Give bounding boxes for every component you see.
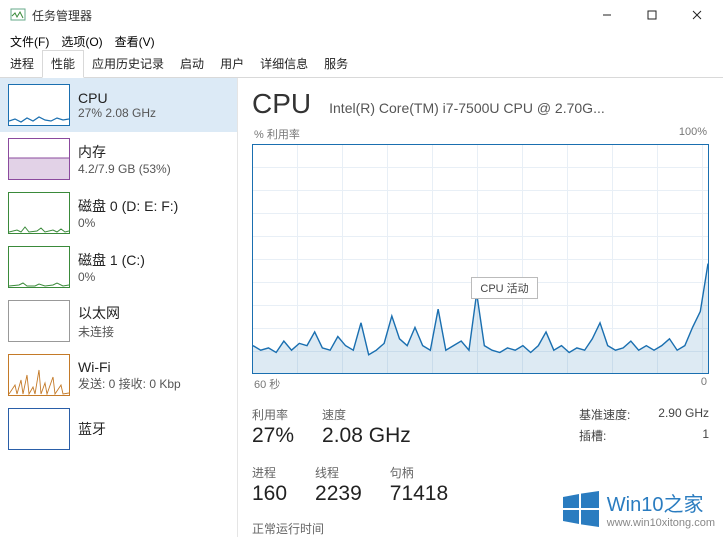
main-title: CPU xyxy=(252,88,311,120)
tab-startup[interactable]: 启动 xyxy=(172,51,212,77)
speed-label: 速度 xyxy=(322,406,411,423)
close-button[interactable] xyxy=(674,0,719,30)
sidebar-memory-title: 内存 xyxy=(78,142,171,162)
sidebar-disk0-title: 磁盘 0 (D: E: F:) xyxy=(78,196,178,216)
window-buttons xyxy=(584,0,719,30)
chart-xright: 0 xyxy=(701,376,707,392)
disk1-thumb-icon xyxy=(8,246,70,288)
sidebar-wifi-title: Wi-Fi xyxy=(78,359,181,375)
processes-value: 160 xyxy=(252,482,287,506)
sidebar-wifi-sub: 发送: 0 接收: 0 Kbp xyxy=(78,375,181,392)
disk0-thumb-icon xyxy=(8,192,70,234)
chart-ymax: 100% xyxy=(679,126,707,142)
app-icon xyxy=(10,7,26,23)
util-value: 27% xyxy=(252,424,294,448)
bluetooth-thumb-icon xyxy=(8,408,70,450)
sidebar-disk1-sub: 0% xyxy=(78,270,145,284)
watermark-title: Win10之家 xyxy=(607,488,715,517)
sidebar-disk0-sub: 0% xyxy=(78,216,178,230)
sidebar-disk1-title: 磁盘 1 (C:) xyxy=(78,250,145,270)
sidebar-ethernet-sub: 未连接 xyxy=(78,323,120,340)
sidebar-bluetooth-title: 蓝牙 xyxy=(78,419,106,439)
window-title: 任务管理器 xyxy=(32,7,584,24)
watermark-url: www.win10xitong.com xyxy=(607,517,715,529)
base-speed-label: 基准速度: xyxy=(579,406,630,423)
menu-file[interactable]: 文件(F) xyxy=(4,31,55,52)
wifi-thumb-icon xyxy=(8,354,70,396)
cpu-chart[interactable]: CPU 活动 xyxy=(252,144,709,374)
handles-value: 71418 xyxy=(390,482,448,506)
handles-label: 句柄 xyxy=(390,464,448,481)
sockets-label: 插槽: xyxy=(579,427,606,444)
sidebar-memory-sub: 4.2/7.9 GB (53%) xyxy=(78,162,171,176)
chart-tooltip: CPU 活动 xyxy=(471,277,537,299)
menu-options[interactable]: 选项(O) xyxy=(55,31,108,52)
tab-performance[interactable]: 性能 xyxy=(42,50,84,78)
sidebar-item-disk1[interactable]: 磁盘 1 (C:) 0% xyxy=(0,240,237,294)
sidebar-item-ethernet[interactable]: 以太网 未连接 xyxy=(0,294,237,348)
tab-app-history[interactable]: 应用历史记录 xyxy=(84,51,172,77)
base-speed-value: 2.90 GHz xyxy=(658,406,709,423)
chart-xleft: 60 秒 xyxy=(254,376,280,392)
sidebar-item-cpu[interactable]: CPU 27% 2.08 GHz xyxy=(0,78,237,132)
sidebar-item-disk0[interactable]: 磁盘 0 (D: E: F:) 0% xyxy=(0,186,237,240)
sidebar: CPU 27% 2.08 GHz 内存 4.2/7.9 GB (53%) 磁盘 … xyxy=(0,78,238,537)
tab-details[interactable]: 详细信息 xyxy=(252,51,316,77)
threads-value: 2239 xyxy=(315,482,362,506)
ethernet-thumb-icon xyxy=(8,300,70,342)
tab-users[interactable]: 用户 xyxy=(212,51,252,77)
speed-value: 2.08 GHz xyxy=(322,424,411,448)
menu-view[interactable]: 查看(V) xyxy=(109,31,161,52)
tab-services[interactable]: 服务 xyxy=(316,51,356,77)
chart-ylabel: % 利用率 xyxy=(254,126,300,142)
processes-label: 进程 xyxy=(252,464,287,481)
tabbar: 进程 性能 应用历史记录 启动 用户 详细信息 服务 xyxy=(0,52,723,78)
tab-processes[interactable]: 进程 xyxy=(2,51,42,77)
minimize-button[interactable] xyxy=(584,0,629,30)
content: CPU 27% 2.08 GHz 内存 4.2/7.9 GB (53%) 磁盘 … xyxy=(0,78,723,537)
sidebar-item-wifi[interactable]: Wi-Fi 发送: 0 接收: 0 Kbp xyxy=(0,348,237,402)
sockets-value: 1 xyxy=(702,427,709,444)
watermark: Win10之家 www.win10xitong.com xyxy=(561,488,715,529)
sidebar-item-memory[interactable]: 内存 4.2/7.9 GB (53%) xyxy=(0,132,237,186)
cpu-model: Intel(R) Core(TM) i7-7500U CPU @ 2.70G..… xyxy=(329,100,709,116)
sidebar-cpu-sub: 27% 2.08 GHz xyxy=(78,106,156,120)
menubar: 文件(F) 选项(O) 查看(V) xyxy=(0,30,723,52)
titlebar: 任务管理器 xyxy=(0,0,723,30)
main-panel: CPU Intel(R) Core(TM) i7-7500U CPU @ 2.7… xyxy=(238,78,723,537)
windows-logo-icon xyxy=(561,489,601,529)
memory-thumb-icon xyxy=(8,138,70,180)
sidebar-item-bluetooth[interactable]: 蓝牙 xyxy=(0,402,237,456)
cpu-thumb-icon xyxy=(8,84,70,126)
sidebar-cpu-title: CPU xyxy=(78,90,156,106)
maximize-button[interactable] xyxy=(629,0,674,30)
util-label: 利用率 xyxy=(252,406,294,423)
threads-label: 线程 xyxy=(315,464,362,481)
sidebar-ethernet-title: 以太网 xyxy=(78,303,120,323)
